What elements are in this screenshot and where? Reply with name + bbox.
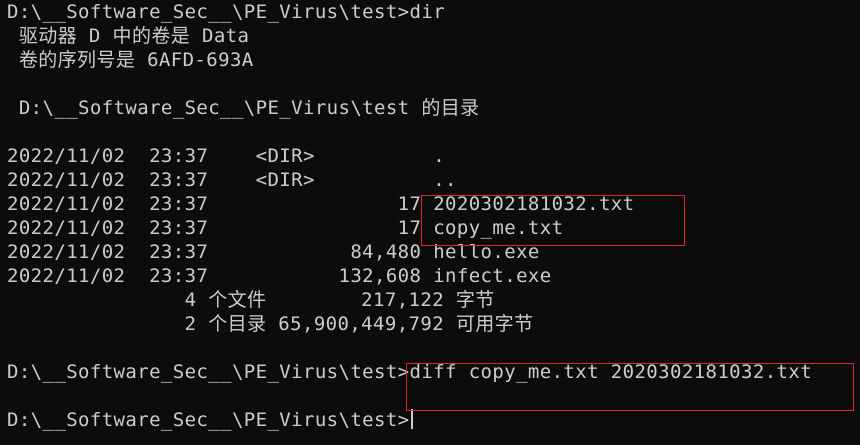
- directory-entry: 2022/11/02 23:37 17 copy_me.txt: [7, 217, 564, 239]
- directory-header-line: D:\__Software_Sec__\PE_Virus\test 的目录: [7, 97, 480, 119]
- volume-label-line: 驱动器 D 中的卷是 Data: [7, 25, 250, 47]
- terminal-window[interactable]: D:\__Software_Sec__\PE_Virus\test>dir 驱动…: [7, 0, 857, 445]
- dir-summary-line: 2 个目录 65,900,449,792 可用字节: [7, 313, 534, 335]
- directory-entry: 2022/11/02 23:37 17 2020302181032.txt: [7, 193, 635, 215]
- current-prompt: D:\__Software_Sec__\PE_Virus\test>: [7, 409, 410, 431]
- text-cursor: [410, 409, 413, 429]
- directory-entry: 2022/11/02 23:37 132,608 infect.exe: [7, 265, 552, 287]
- directory-entry: 2022/11/02 23:37 <DIR> .: [7, 145, 446, 167]
- directory-entry: 2022/11/02 23:37 <DIR> ..: [7, 169, 457, 191]
- prompt-line-dir: D:\__Software_Sec__\PE_Virus\test>dir: [7, 1, 446, 23]
- file-summary-line: 4 个文件 217,122 字节: [7, 289, 495, 311]
- directory-entry: 2022/11/02 23:37 84,480 hello.exe: [7, 241, 540, 263]
- command-input-line[interactable]: D:\__Software_Sec__\PE_Virus\test>: [7, 408, 857, 432]
- volume-serial-line: 卷的序列号是 6AFD-693A: [7, 49, 254, 71]
- prompt-line-diff: D:\__Software_Sec__\PE_Virus\test>diff c…: [7, 361, 813, 383]
